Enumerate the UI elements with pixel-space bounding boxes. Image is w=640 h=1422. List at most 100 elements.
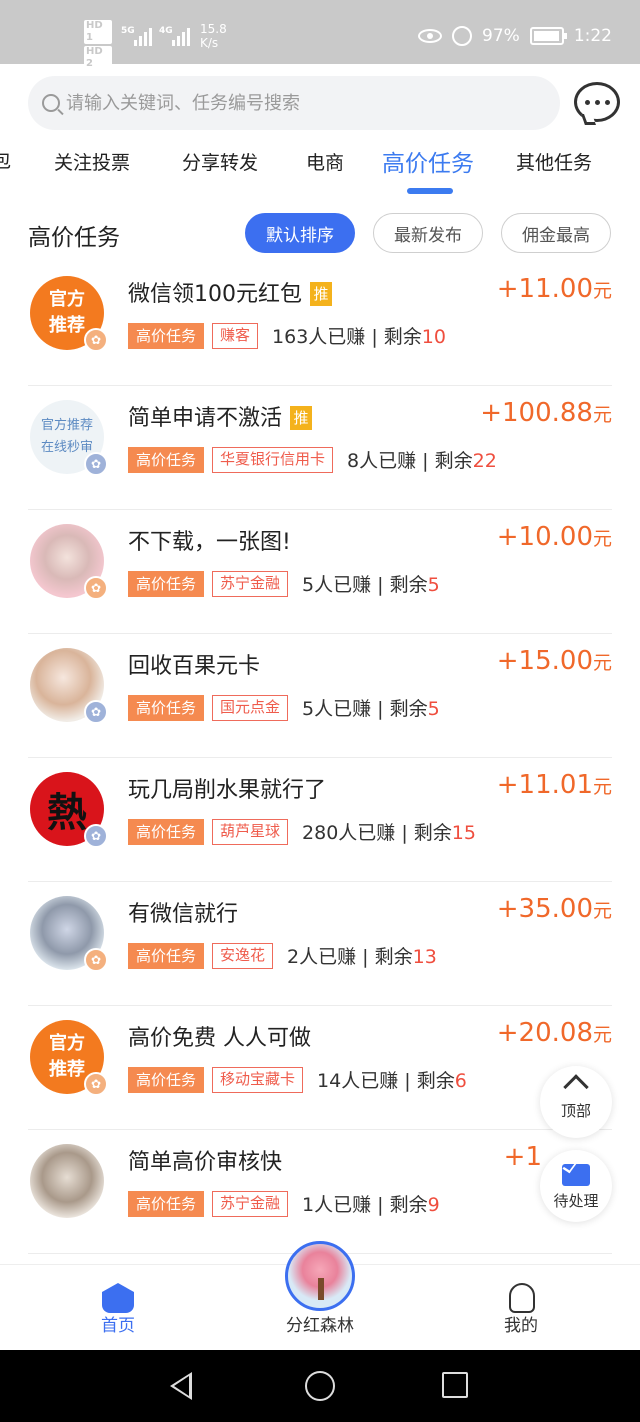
task-stats: 8人已赚 | 剩余22 [347,450,497,472]
recent-apps-icon[interactable] [442,1372,468,1398]
avatar: ✿ [30,524,108,600]
sort-default-button[interactable]: 默认排序 [245,213,355,253]
tag-main: 高价任务 [128,942,205,969]
task-reward: +100.88元 [480,398,612,428]
task-item[interactable]: 熱 ✿ 玩几局削水果就行了 +11.01元 高价任务 葫芦星球 280人已赚 |… [28,758,612,882]
network-speed: 15.8 K/s [200,22,227,50]
tag-main: 高价任务 [128,818,205,845]
reward-unit: 元 [592,900,612,922]
level-badge-icon: ✿ [84,576,108,600]
reward-unit: 元 [592,404,612,426]
task-title-text: 微信领100元红包 [128,282,302,307]
pending-button[interactable]: 待处理 [540,1150,612,1222]
remain-count: 5 [427,698,440,720]
tag-main: 高价任务 [128,1190,205,1217]
search-icon [42,94,60,112]
task-stats: 5人已赚 | 剩余5 [302,698,440,720]
avatar: 官方推荐 ✿ [30,276,108,352]
earned-count: 8人已赚 [347,450,417,472]
home-circle-icon[interactable] [305,1371,335,1401]
tab-share[interactable]: 分享转发 [182,148,258,175]
task-item[interactable]: ✿ 不下载，一张图! +10.00元 高价任务 苏宁金融 5人已赚 | 剩余5 [28,510,612,634]
remain-count: 10 [421,326,446,348]
earned-count: 1人已赚 [302,1194,372,1216]
task-tags: 高价任务 苏宁金融 5人已赚 | 剩余5 [128,570,440,597]
task-title: 微信领100元红包推 [128,276,332,308]
earned-count: 14人已赚 [317,1070,399,1092]
speed-unit: K/s [200,36,219,50]
tab-follow-vote[interactable]: 关注投票 [54,148,130,175]
hd1-label: HD 1 [84,20,112,44]
nav-forest[interactable]: 分红森林 [260,1311,380,1336]
task-tags: 高价任务 赚客 163人已赚 | 剩余10 [128,322,446,349]
reward-unit: 元 [592,280,612,302]
system-navigation [0,1350,640,1422]
search-input[interactable] [66,92,536,114]
category-tabs: 包 关注投票 分享转发 电商 高价任务 其他任务 [0,140,640,198]
task-stats: 1人已赚 | 剩余9 [302,1194,440,1216]
status-bar: HD 1 HD 2 5G 4G 15.8 K/s 97% 1:22 [0,0,640,70]
reward-unit: 元 [592,528,612,550]
tag-main: 高价任务 [128,1066,205,1093]
sort-newest-button[interactable]: 最新发布 [373,213,483,253]
back-icon[interactable] [170,1372,192,1400]
tag-main: 高价任务 [128,446,205,473]
tab-ecommerce[interactable]: 电商 [306,148,344,175]
avatar-text: 熱 [47,790,87,836]
task-item[interactable]: 官方推荐 ✿ 高价免费 人人可做 +20.08元 高价任务 移动宝藏卡 14人已… [28,1006,612,1130]
sort-commission-button[interactable]: 佣金最高 [501,213,611,253]
reward-amount: +1 [503,1142,542,1172]
nav-mine[interactable]: 我的 [461,1311,581,1336]
tree-icon[interactable] [285,1241,355,1311]
task-item[interactable]: 官方推荐 在线秒审 ✿ 简单申请不激活推 +100.88元 高价任务 华夏银行信… [28,386,612,510]
avatar [30,1144,106,1220]
task-reward: +11.00元 [497,274,612,304]
reward-unit: 元 [592,652,612,674]
tag-category: 华夏银行信用卡 [212,446,334,473]
level-badge-icon: ✿ [84,948,108,972]
tag-category: 赚客 [212,322,259,349]
tab-other[interactable]: 其他任务 [516,148,592,175]
avatar: 官方推荐 在线秒审 ✿ [30,400,108,476]
earned-count: 280人已赚 [302,822,396,844]
tag-category: 安逸花 [212,942,274,969]
task-stats: 163人已赚 | 剩余10 [272,326,446,348]
task-reward: +15.00元 [497,646,612,676]
task-stats: 280人已赚 | 剩余15 [302,822,476,844]
remain-label: 剩余 [389,574,428,596]
nav-home[interactable]: 首页 [58,1311,178,1336]
search-bar[interactable] [28,76,560,130]
remain-label: 剩余 [374,946,413,968]
task-tags: 高价任务 苏宁金融 1人已赚 | 剩余9 [128,1190,440,1217]
signal-icon-2 [172,24,190,46]
reward-amount: +35.00 [496,894,593,924]
remain-label: 剩余 [413,822,452,844]
message-icon[interactable] [574,82,620,122]
earned-count: 5人已赚 [302,698,372,720]
avatar-text: 官方推荐 在线秒审 [40,418,93,455]
clock: 1:22 [573,26,612,46]
task-tags: 高价任务 葫芦星球 280人已赚 | 剩余15 [128,818,476,845]
level-badge-icon: ✿ [84,452,108,476]
tag-main: 高价任务 [128,322,205,349]
task-title: 高价免费 人人可做 [128,1026,311,1051]
speed-value: 15.8 [200,22,227,36]
task-stats: 5人已赚 | 剩余5 [302,574,440,596]
net2-label: 4G [159,26,173,36]
task-item[interactable]: ✿ 有微信就行 +35.00元 高价任务 安逸花 2人已赚 | 剩余13 [28,882,612,1006]
back-to-top-button[interactable]: 顶部 [540,1066,612,1138]
alarm-icon [452,26,473,46]
remain-count: 13 [412,946,437,968]
task-tags: 高价任务 移动宝藏卡 14人已赚 | 剩余6 [128,1066,467,1093]
reward-amount: +10.00 [496,522,593,552]
task-item[interactable]: 简单高价审核快 +1 高价任务 苏宁金融 1人已赚 | 剩余9 [28,1130,612,1254]
tab-high-price[interactable]: 高价任务 [382,144,474,178]
avatar-text: 官方推荐 [49,289,85,336]
reward-amount: +15.00 [496,646,593,676]
task-item[interactable]: ✿ 回收百果元卡 +15.00元 高价任务 国元点金 5人已赚 | 剩余5 [28,634,612,758]
remain-label: 剩余 [383,326,422,348]
task-item[interactable]: 官方推荐 ✿ 微信领100元红包推 +11.00元 高价任务 赚客 163人已赚… [28,262,612,386]
tab-partial[interactable]: 包 [0,146,11,173]
earned-count: 5人已赚 [302,574,372,596]
avatar: ✿ [30,896,108,972]
